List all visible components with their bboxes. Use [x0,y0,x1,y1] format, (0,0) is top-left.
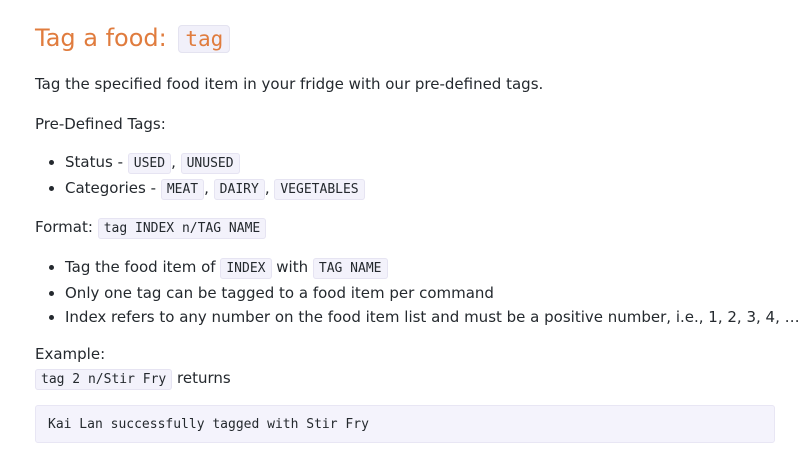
tag-separator: , [171,153,181,171]
example-command-line: tag 2 n/Stir Fry returns [35,367,231,391]
page-title-text: Tag a food: [35,24,175,52]
note-1-prefix: Tag the food item of [65,258,221,276]
notes-list: Tag the food item of INDEX with TAG NAME… [35,255,800,329]
list-item-status: Status - USED, UNUSED [65,150,365,176]
tag-code-used: USED [127,153,172,174]
tag-code-unused: UNUSED [180,153,240,174]
example-returns-text: returns [172,369,231,387]
tag-separator: , [264,179,275,197]
example-output-block: Kai Lan successfully tagged with Stir Fr… [35,405,775,443]
note-1-middle: with [271,258,313,276]
format-label: Format: [35,218,98,236]
page-title: Tag a food: tag [35,21,231,56]
tag-code-dairy: DAIRY [213,179,265,200]
tag-code-vegetables: VEGETABLES [274,179,365,200]
list-item-note-3: Index refers to any number on the food i… [65,305,800,329]
list-item-note-2: Only one tag can be tagged to a food ite… [65,281,800,305]
format-line: Format: tag INDEX n/TAG NAME [35,216,267,240]
format-code: tag INDEX n/TAG NAME [97,218,267,239]
tag-code-meat: MEAT [160,179,205,200]
tag-separator: , [204,179,214,197]
page-title-command-code: tag [178,25,231,53]
status-label: Status - [65,153,128,171]
description-text: Tag the specified food item in your frid… [35,75,544,93]
tag-name-code: TAG NAME [312,258,388,279]
index-code: INDEX [220,258,272,279]
example-label: Example: [35,345,106,363]
predefined-tags-list: Status - USED, UNUSED Categories - MEAT,… [35,150,365,202]
example-command-code: tag 2 n/Stir Fry [35,369,173,390]
categories-label: Categories - [65,179,161,197]
list-item-note-1: Tag the food item of INDEX with TAG NAME [65,255,800,281]
predefined-tags-label: Pre-Defined Tags: [35,115,166,133]
list-item-categories: Categories - MEAT, DAIRY, VEGETABLES [65,176,365,202]
